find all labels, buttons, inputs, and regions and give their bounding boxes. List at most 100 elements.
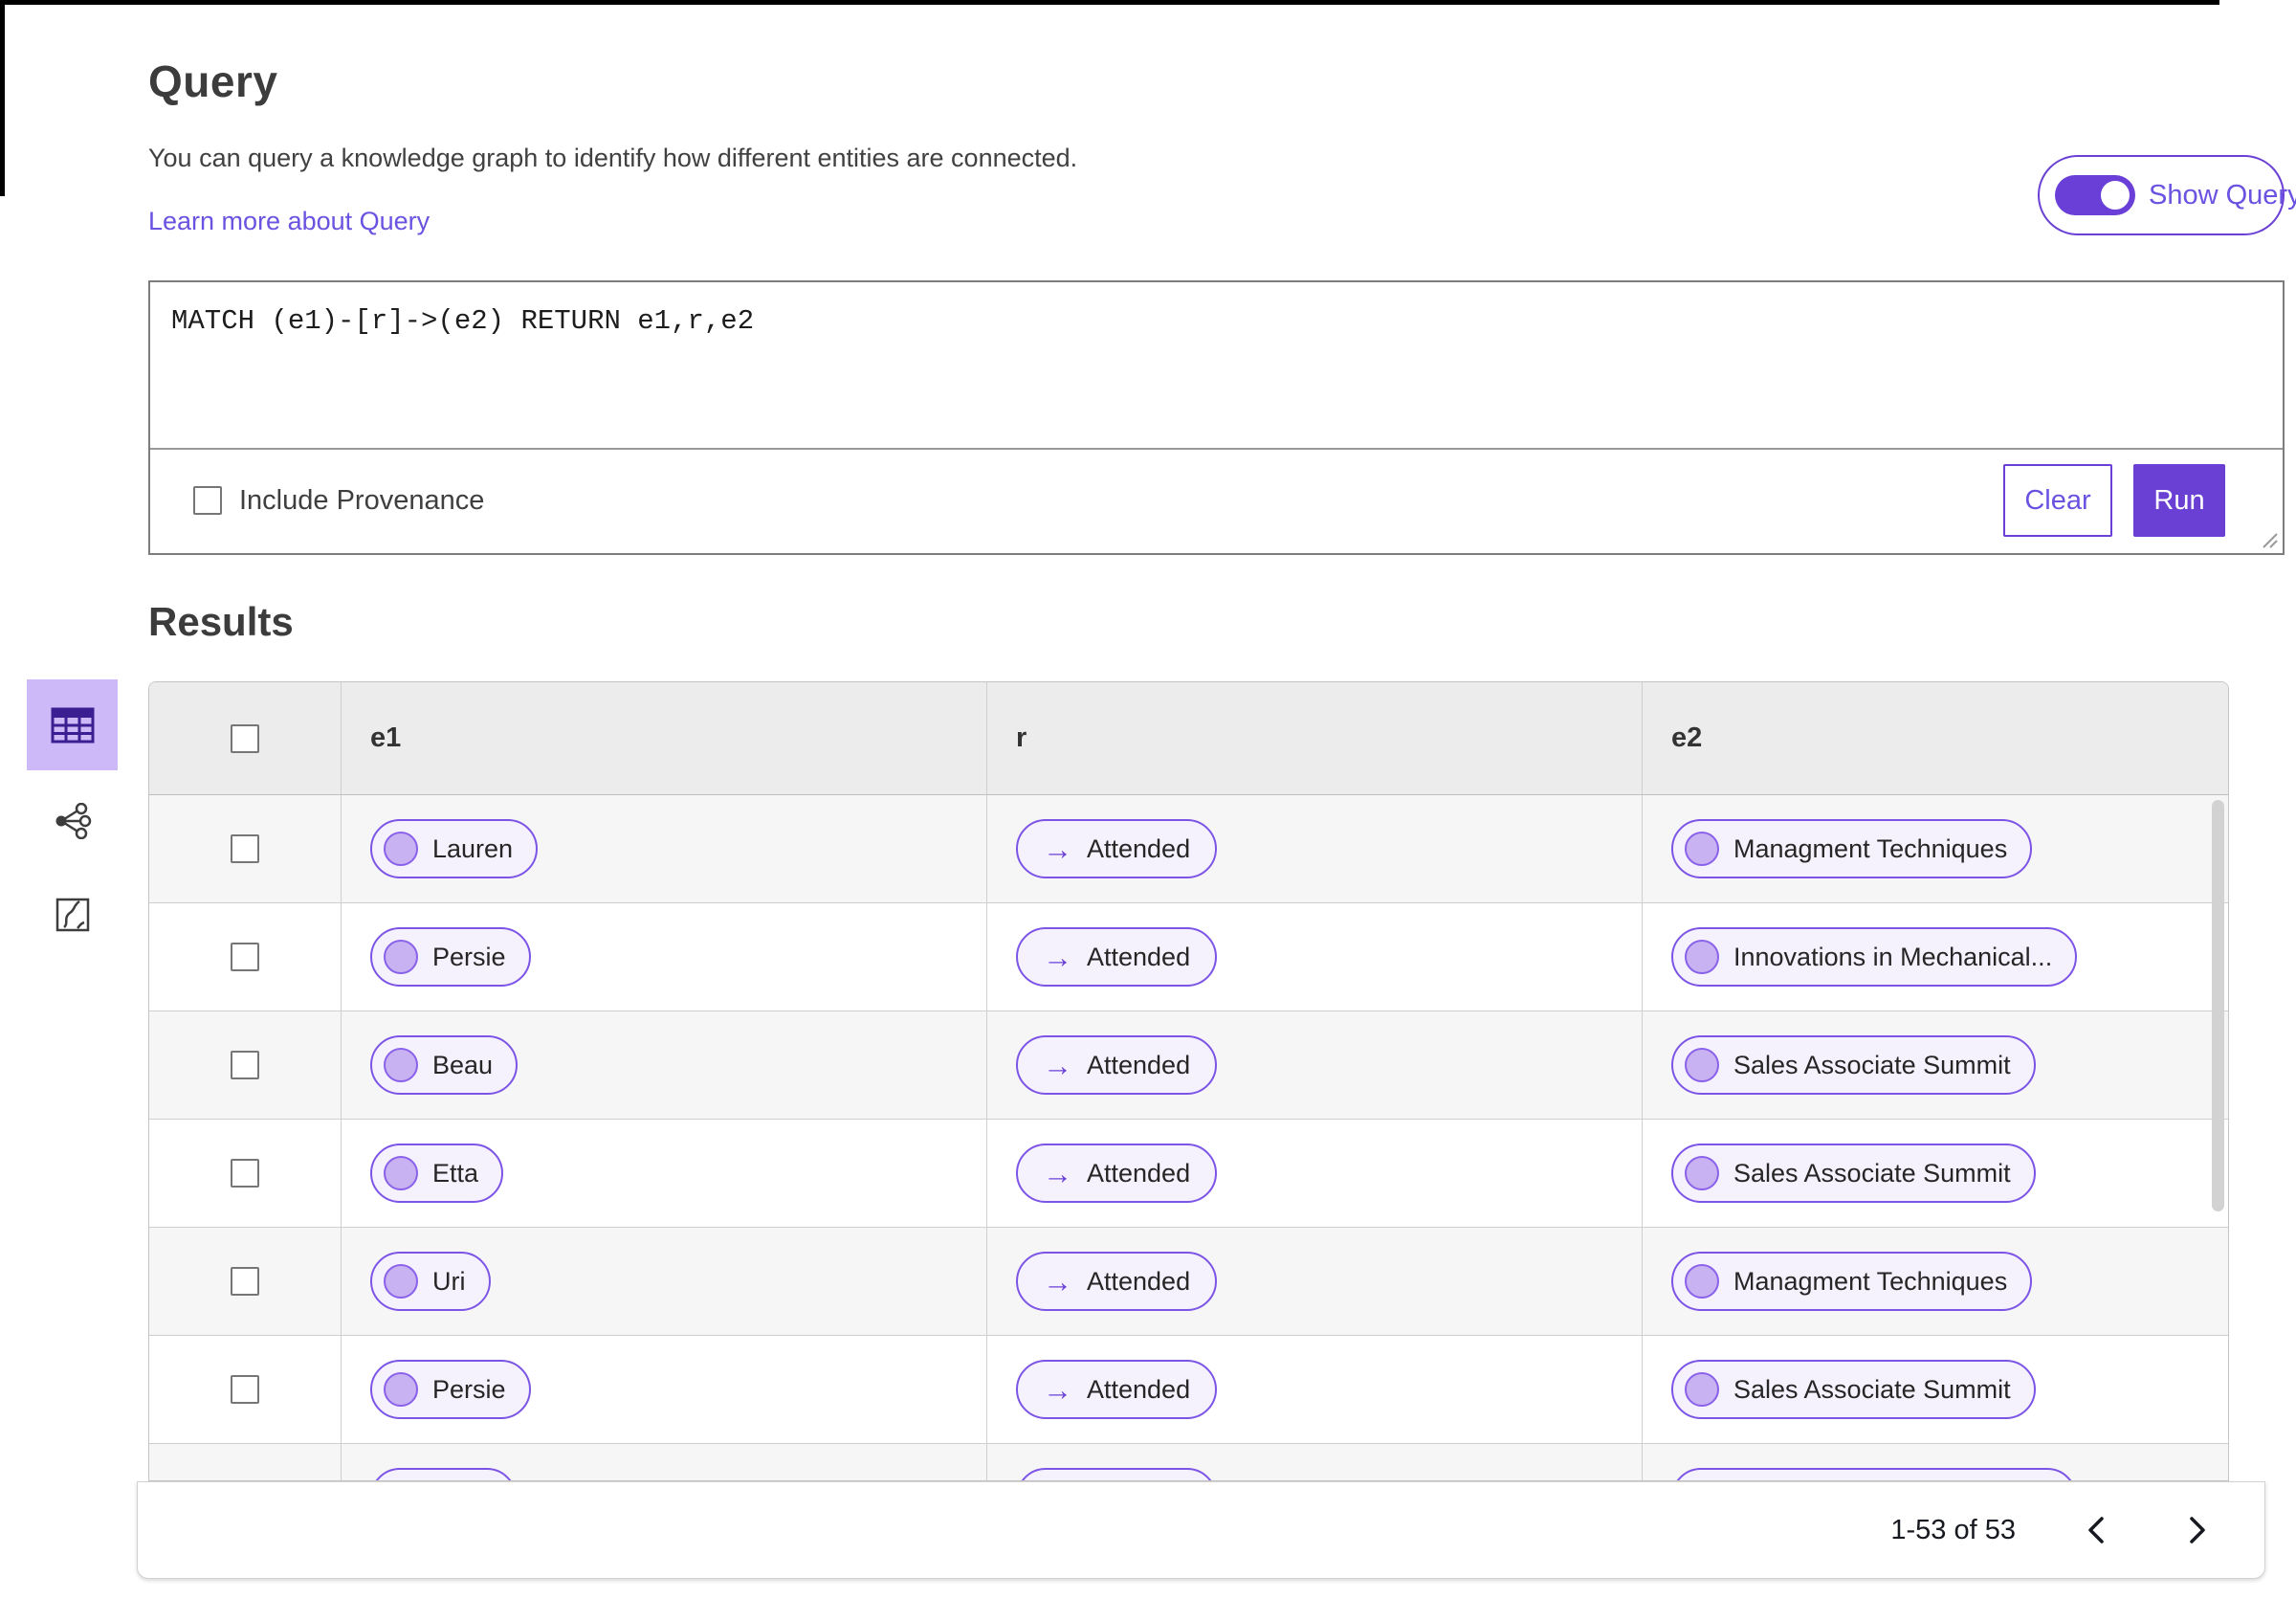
entity-chip[interactable]: Sales Associate Summit xyxy=(1671,1360,2036,1419)
entity-chip[interactable]: Persie xyxy=(370,1360,531,1419)
query-panel: MATCH (e1)-[r]->(e2) RETURN e1,r,e2 Incl… xyxy=(148,280,2285,555)
cell-r: → Attended xyxy=(986,1120,1642,1227)
entity-node-icon xyxy=(1685,1264,1719,1299)
entity-node-icon xyxy=(384,1264,418,1299)
row-checkbox[interactable] xyxy=(231,1051,259,1079)
cell-e2: Sales Associate Summit xyxy=(1642,1336,2228,1443)
entity-chip[interactable]: Beau xyxy=(370,1035,519,1095)
entity-chip[interactable]: Sales Associate Summit xyxy=(1671,1144,2036,1203)
results-view-switcher xyxy=(27,679,118,934)
table-row: Beau → Attended Sales Associate Summit xyxy=(149,1011,2228,1120)
table-header-row: e1 r e2 xyxy=(149,682,2228,795)
vertical-scrollbar-thumb[interactable] xyxy=(2212,800,2224,1211)
relation-label: Attended xyxy=(1087,1158,1191,1188)
entity-label: Persie xyxy=(432,942,506,971)
entity-chip[interactable]: Persie xyxy=(370,927,531,987)
entity-node-icon xyxy=(384,832,418,866)
cell-r: → Attended xyxy=(986,1336,1642,1443)
page-title: Query xyxy=(148,56,278,106)
entity-label: Lauren xyxy=(432,833,514,863)
relation-chip[interactable]: → Attended xyxy=(1016,1252,1218,1311)
entity-node-icon xyxy=(1685,940,1719,974)
resize-handle-icon[interactable] xyxy=(2260,530,2281,551)
header-checkbox-cell xyxy=(149,682,341,794)
window-frame-top-edge xyxy=(0,0,2219,5)
relation-arrow-icon: → xyxy=(1043,832,1072,866)
table-row: Lauren → Attended Managment Techniques xyxy=(149,795,2228,903)
cell-e2: Innovations in Mechanical... xyxy=(1642,1444,2228,1480)
row-checkbox[interactable] xyxy=(231,1375,259,1404)
entity-label: Managment Techniques xyxy=(1733,833,2008,863)
row-checkbox[interactable] xyxy=(231,1267,259,1296)
entity-label: Etta xyxy=(432,1158,479,1188)
cell-e1: Uri xyxy=(341,1228,986,1335)
run-button[interactable]: Run xyxy=(2133,464,2225,537)
tab-map-view[interactable] xyxy=(55,896,91,934)
cell-r: → Attended xyxy=(986,1011,1642,1119)
cell-r: → Attended xyxy=(986,795,1642,902)
relation-label: Attended xyxy=(1087,1374,1191,1404)
relation-arrow-icon: → xyxy=(1043,1372,1072,1407)
row-checkbox[interactable] xyxy=(231,943,259,971)
relation-chip[interactable]: → Attended xyxy=(1016,1360,1218,1419)
entity-chip[interactable]: Etta xyxy=(370,1144,504,1203)
row-checkbox[interactable] xyxy=(231,834,259,863)
relation-chip[interactable]: → Attended xyxy=(1016,1144,1218,1203)
entity-node-icon xyxy=(1685,1156,1719,1190)
cell-r: → Attended xyxy=(986,1228,1642,1335)
row-checkbox-cell xyxy=(149,1444,341,1480)
row-checkbox-cell xyxy=(149,795,341,902)
entity-chip[interactable]: Managment Techniques xyxy=(1671,1252,2033,1311)
entity-label: Beau xyxy=(432,1050,494,1079)
entity-chip[interactable]: Larry xyxy=(370,1468,517,1480)
entity-label: Managment Techniques xyxy=(1733,1266,2008,1296)
toggle-knob xyxy=(2098,178,2132,212)
relation-label: Attended xyxy=(1087,942,1191,971)
next-page-button[interactable] xyxy=(2176,1509,2219,1551)
row-checkbox[interactable] xyxy=(231,1159,259,1188)
entity-label: Sales Associate Summit xyxy=(1733,1050,2011,1079)
tab-graph-view[interactable] xyxy=(54,802,92,840)
toggle-switch-on[interactable] xyxy=(2055,175,2135,215)
pagination-bar: 1-53 of 53 xyxy=(137,1481,2265,1579)
entity-chip[interactable]: Uri xyxy=(370,1252,491,1311)
relation-chip[interactable]: → Attended xyxy=(1016,819,1218,878)
relation-arrow-icon: → xyxy=(1043,940,1072,974)
cell-e1: Lauren xyxy=(341,795,986,902)
entity-chip[interactable]: Lauren xyxy=(370,819,539,878)
entity-chip[interactable]: Innovations in Mechanical... xyxy=(1671,927,2078,987)
table-row: Etta → Attended Sales Associate Summit xyxy=(149,1120,2228,1228)
entity-chip[interactable]: Innovations in Mechanical... xyxy=(1671,1468,2078,1480)
chevron-left-icon xyxy=(2088,1517,2104,1543)
relation-arrow-icon: → xyxy=(1043,1156,1072,1190)
row-checkbox-cell xyxy=(149,1336,341,1443)
chevron-right-icon xyxy=(2190,1517,2205,1543)
entity-node-icon xyxy=(384,940,418,974)
relation-label: Attended xyxy=(1087,1050,1191,1079)
entity-node-icon xyxy=(1685,832,1719,866)
entity-chip[interactable]: Managment Techniques xyxy=(1671,819,2033,878)
tab-table-view[interactable] xyxy=(27,679,118,770)
select-all-checkbox[interactable] xyxy=(231,723,259,753)
entity-node-icon xyxy=(1685,1372,1719,1407)
show-query-toggle[interactable]: Show Query xyxy=(2038,155,2296,235)
table-icon xyxy=(51,707,94,743)
entity-chip[interactable]: Sales Associate Summit xyxy=(1671,1035,2036,1095)
relation-chip[interactable]: → Attended xyxy=(1016,1468,1218,1480)
entity-label: Uri xyxy=(432,1266,466,1296)
relation-chip[interactable]: → Attended xyxy=(1016,1035,1218,1095)
previous-page-button[interactable] xyxy=(2075,1509,2117,1551)
query-editor-input[interactable]: MATCH (e1)-[r]->(e2) RETURN e1,r,e2 xyxy=(150,282,2283,450)
cell-e1: Persie xyxy=(341,1336,986,1443)
pagination-range: 1-53 of 53 xyxy=(1890,1514,2016,1545)
learn-more-link[interactable]: Learn more about Query xyxy=(148,207,430,236)
clear-button[interactable]: Clear xyxy=(2003,464,2112,537)
cell-e1: Beau xyxy=(341,1011,986,1119)
cell-e2: Managment Techniques xyxy=(1642,1228,2228,1335)
table-row: Larry → Attended Innovations in Mechanic… xyxy=(149,1444,2228,1480)
cell-r: → Attended xyxy=(986,903,1642,1010)
relation-chip[interactable]: → Attended xyxy=(1016,927,1218,987)
include-provenance-checkbox[interactable] xyxy=(193,486,222,515)
entity-node-icon xyxy=(1685,1048,1719,1082)
entity-node-icon xyxy=(384,1048,418,1082)
